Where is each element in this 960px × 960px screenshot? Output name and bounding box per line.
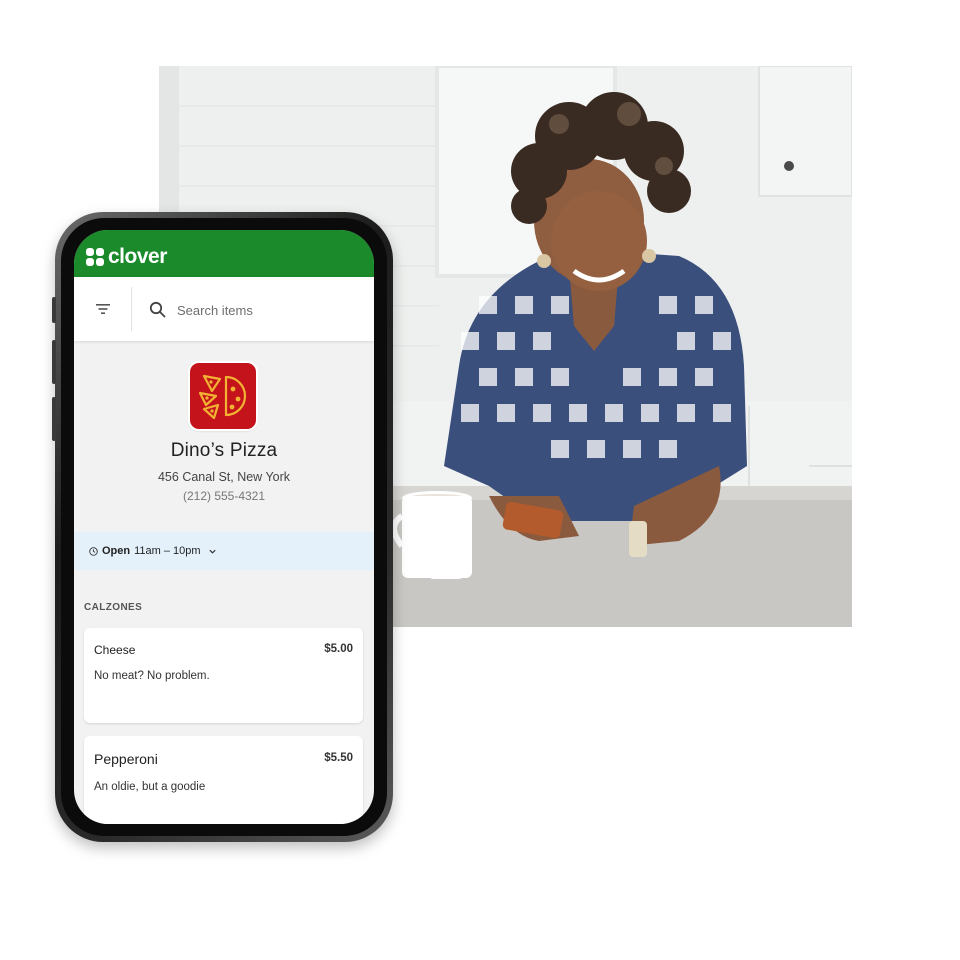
clover-logo-icon [86,248,104,266]
filter-button[interactable] [74,277,131,341]
phone-volume-up-button [52,340,56,384]
category-heading: CALZONES [84,602,143,613]
phone-device: clover Search items Dino’s Pizza 456 Can… [52,212,393,842]
chevron-down-icon [208,549,216,554]
item-price: $5.50 [324,752,353,764]
pizza-logo-icon [198,374,247,420]
item-price: $5.00 [324,643,353,655]
merchant-phone[interactable]: (212) 555-4321 [74,489,374,503]
item-description: An oldie, but a goodie [94,781,206,793]
item-name: Pepperoni [94,751,158,767]
brand-name: clover [108,245,167,268]
phone-volume-down-button [52,397,56,441]
item-description: No meat? No problem. [94,670,210,682]
item-name: Cheese [94,643,136,657]
merchant-address: 456 Canal St, New York [157,470,291,484]
search-input[interactable] [175,294,359,326]
merchant-name: Dino’s Pizza [170,440,278,461]
open-status: Open [102,545,131,557]
hours-toggle[interactable]: Open 11am – 10pm [74,532,374,570]
menu-item-card[interactable]: Pepperoni $5.50 An oldie, but a goodie [84,736,363,824]
filter-icon [95,304,110,314]
phone-side-button [52,297,56,323]
hours-range: 11am – 10pm [134,545,201,557]
clock-icon [89,546,98,556]
clover-logo: clover [85,245,167,268]
app-header: clover [74,230,374,277]
merchant-logo [190,363,256,429]
search-divider [131,287,132,331]
phone-screen: clover Search items Dino’s Pizza 456 Can… [74,230,374,824]
menu-item-card[interactable]: Cheese $5.00 No meat? No problem. [84,628,363,723]
search-bar [74,277,374,341]
search-icon [149,301,166,318]
